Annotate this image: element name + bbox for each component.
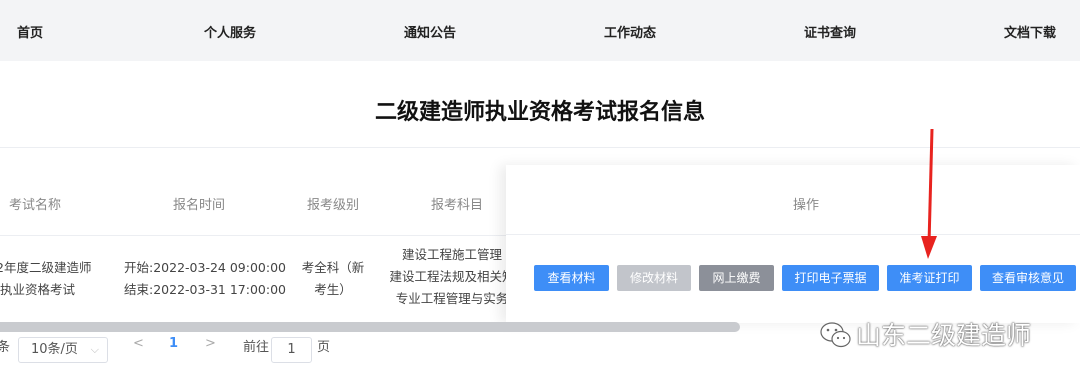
view-materials-button[interactable]: 查看材料 xyxy=(534,265,609,291)
annotation-arrow-icon xyxy=(921,128,937,259)
page-title: 二级建造师执业资格考试报名信息 xyxy=(374,100,705,125)
col-header-level: 报考级别 xyxy=(307,198,360,213)
page-number-current[interactable]: 1 xyxy=(169,336,178,351)
nav-certificate-query[interactable]: 证书查询 xyxy=(804,22,856,41)
online-payment-button[interactable]: 网上缴费 xyxy=(699,265,774,291)
print-admission-ticket-button[interactable]: 准考证打印 xyxy=(887,265,972,291)
top-nav: 首页 个人服务 通知公告 工作动态 证书查询 文档下载 xyxy=(0,0,1080,61)
col-header-subjects: 报考科目 xyxy=(431,198,484,213)
page-suffix-label: 页 xyxy=(317,340,331,355)
prev-page-icon[interactable]: < xyxy=(133,336,144,351)
actions-column: 操作 xyxy=(506,165,1080,323)
horizontal-scrollbar[interactable] xyxy=(0,322,740,332)
cell-level: 考全科（新 考生） xyxy=(301,260,365,297)
cell-subjects: 建设工程施工管理 建设工程法规及相关知 专业工程管理与实务 xyxy=(389,247,515,306)
next-page-icon[interactable]: > xyxy=(205,336,216,351)
nav-announcements[interactable]: 通知公告 xyxy=(404,22,456,41)
page-size-select[interactable]: 10条/页 ⌵ xyxy=(18,337,108,363)
divider xyxy=(506,234,1080,235)
edit-materials-button[interactable]: 修改材料 xyxy=(617,265,691,291)
wechat-icon xyxy=(820,322,851,348)
nav-work-news[interactable]: 工作动态 xyxy=(604,22,656,41)
nav-document-download[interactable]: 文档下载 xyxy=(1004,22,1056,41)
cell-exam-name: 2年度二级建造师 执业资格考试 xyxy=(0,260,92,297)
col-header-exam-name: 考试名称 xyxy=(9,198,62,213)
goto-label: 前往 xyxy=(243,340,270,355)
watermark-text: 山东二级建造师 xyxy=(856,321,1032,350)
chevron-down-icon: ⌵ xyxy=(90,343,99,356)
col-header-actions: 操作 xyxy=(793,198,820,213)
goto-page-input[interactable]: 1 xyxy=(271,337,312,363)
nav-personal-services[interactable]: 个人服务 xyxy=(204,22,256,41)
col-header-reg-time: 报名时间 xyxy=(173,198,226,213)
view-review-comments-button[interactable]: 查看审核意见 xyxy=(980,265,1076,291)
cell-reg-time: 开始:2022-03-24 09:00:00 结束:2022-03-31 17:… xyxy=(124,260,286,297)
print-e-receipt-button[interactable]: 打印电子票据 xyxy=(782,265,879,291)
nav-home[interactable]: 首页 xyxy=(17,22,43,41)
pagination-total-suffix: 条 xyxy=(0,340,11,355)
